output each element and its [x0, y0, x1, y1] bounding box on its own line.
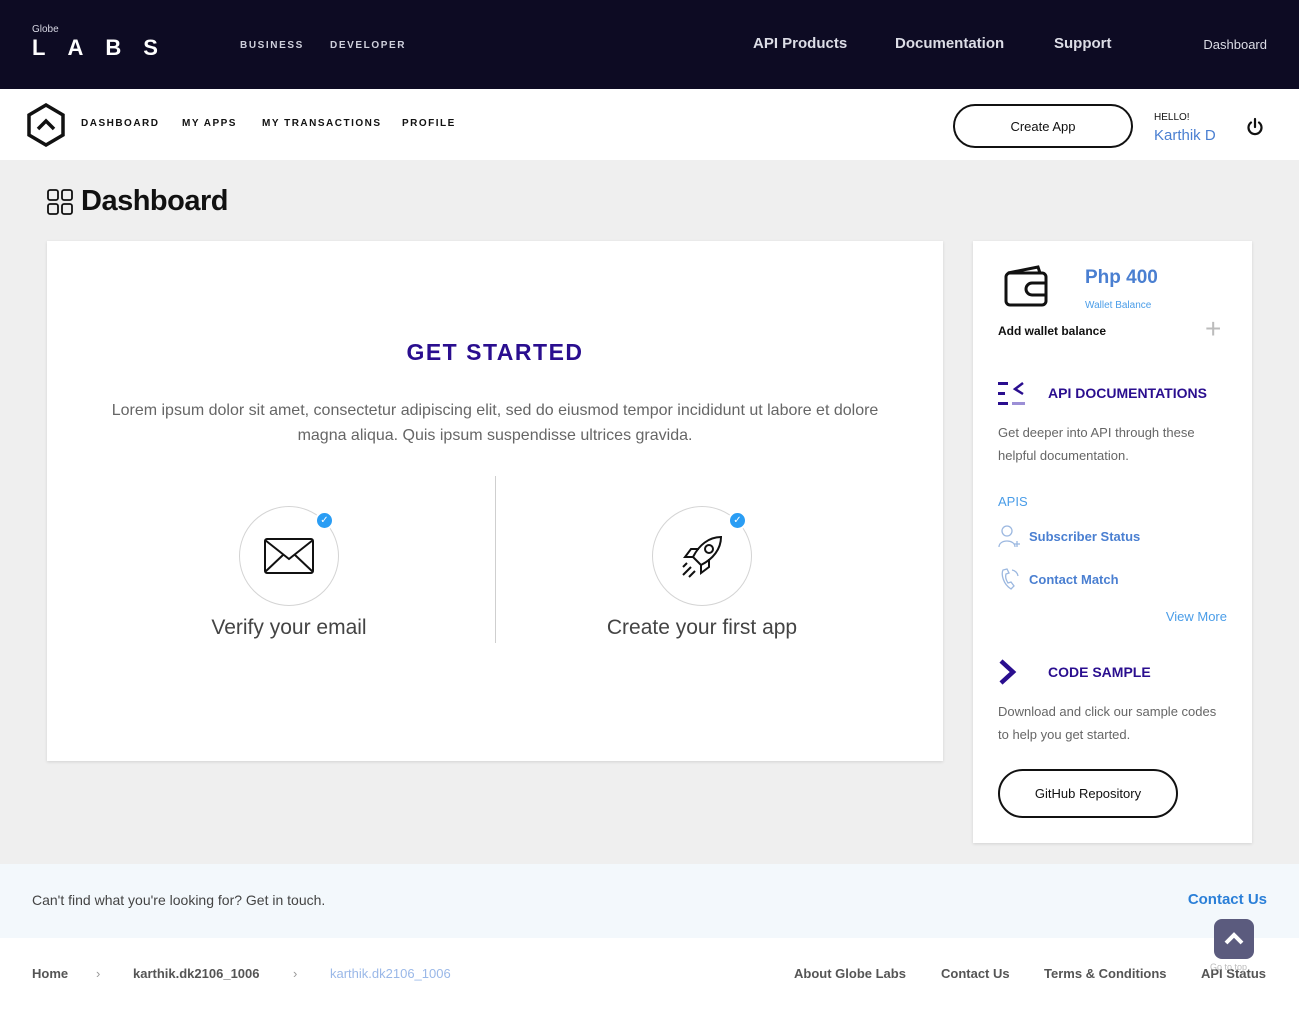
- api-docs-description: Get deeper into API through these helpfu…: [998, 425, 1195, 463]
- get-started-title: GET STARTED: [406, 339, 584, 365]
- subnav-my-apps[interactable]: MY APPS: [182, 118, 237, 129]
- wallet-balance-label: Wallet Balance: [1085, 300, 1152, 311]
- contact-strip: Can't find what you're looking for? Get …: [0, 864, 1299, 938]
- nav-api-products[interactable]: API Products: [753, 35, 847, 52]
- plus-icon[interactable]: +: [1205, 315, 1221, 343]
- add-wallet-label[interactable]: Add wallet balance: [998, 324, 1106, 338]
- breadcrumb-current: karthik.dk2106_1006: [330, 966, 451, 981]
- wallet-amount: Php 400: [1085, 267, 1158, 288]
- code-sample-title: CODE SAMPLE: [1048, 664, 1151, 680]
- subnav-my-transactions[interactable]: MY TRANSACTIONS: [262, 118, 382, 129]
- steps-divider: [495, 476, 496, 643]
- nav-business[interactable]: BUSINESS: [240, 40, 304, 51]
- nav-developer[interactable]: DEVELOPER: [330, 40, 406, 51]
- page-title: Dashboard: [47, 185, 228, 218]
- get-started-card: GET STARTED Lorem ipsum dolor sit amet, …: [47, 241, 943, 761]
- grid-icon: [47, 188, 73, 215]
- step-label: Verify your email: [211, 616, 367, 639]
- page-title-text: Dashboard: [81, 185, 228, 217]
- api-docs-title: API DOCUMENTATIONS: [1048, 385, 1207, 401]
- get-started-description: Lorem ipsum dolor sit amet, consectetur …: [111, 402, 879, 444]
- breadcrumb-item[interactable]: karthik.dk2106_1006: [133, 966, 259, 981]
- envelope-icon: [264, 538, 314, 574]
- apis-label: APIS: [998, 494, 1028, 509]
- logo-main-text: LABS: [32, 35, 180, 60]
- check-icon: ✓: [315, 511, 334, 530]
- phone-icon: [1001, 568, 1019, 590]
- nav-support[interactable]: Support: [1054, 35, 1112, 52]
- create-app-button[interactable]: Create App: [953, 104, 1133, 148]
- api-link-label: Subscriber Status: [1029, 528, 1141, 544]
- user-plus-icon: [998, 525, 1020, 548]
- secondary-nav: DASHBOARD MY APPS MY TRANSACTIONS PROFIL…: [0, 89, 1299, 160]
- step-create-app[interactable]: ✓ Create your first app: [552, 506, 852, 640]
- sidebar-card: Php 400 Wallet Balance Add wallet balanc…: [973, 241, 1252, 843]
- api-link-contact-match[interactable]: Contact Match: [997, 566, 1119, 592]
- api-link-subscriber-status[interactable]: Subscriber Status: [997, 523, 1140, 549]
- wallet-icon: [1004, 265, 1048, 307]
- view-more-link[interactable]: View More: [1166, 609, 1227, 624]
- hello-label: HELLO!: [1154, 112, 1190, 123]
- back-to-top-label: Go to top: [1210, 962, 1248, 972]
- top-header: Globe LABS BUSINESS DEVELOPER API Produc…: [0, 0, 1299, 89]
- contact-us-link[interactable]: Contact Us: [1188, 891, 1267, 908]
- power-icon[interactable]: [1245, 117, 1265, 137]
- nav-dashboard[interactable]: Dashboard: [1203, 37, 1267, 52]
- step-verify-email[interactable]: ✓ Verify your email: [139, 506, 439, 640]
- chevron-right-icon: [999, 659, 1017, 685]
- back-to-top-button[interactable]: [1214, 919, 1254, 959]
- api-docs-icon: [998, 382, 1025, 405]
- subnav-dashboard[interactable]: DASHBOARD: [81, 118, 160, 129]
- code-sample-description: Download and click our sample codes to h…: [998, 704, 1217, 742]
- api-link-label: Contact Match: [1029, 571, 1119, 587]
- check-icon: ✓: [728, 511, 747, 530]
- rocket-icon: [682, 535, 723, 578]
- chevron-up-icon: [1224, 932, 1244, 945]
- logo-small-text: Globe: [32, 24, 59, 35]
- globe-labs-logo[interactable]: Globe LABS: [32, 24, 180, 60]
- step-icon-circle: ✓: [239, 506, 339, 606]
- breadcrumb-chevron-icon: ›: [96, 966, 101, 981]
- github-repository-button[interactable]: GitHub Repository: [998, 769, 1178, 818]
- hexagon-logo-icon[interactable]: [26, 103, 66, 147]
- subnav-profile[interactable]: PROFILE: [402, 118, 456, 129]
- contact-text: Can't find what you're looking for? Get …: [32, 892, 326, 908]
- footer-contact-link[interactable]: Contact Us: [941, 966, 1010, 981]
- footer-about-link[interactable]: About Globe Labs: [794, 966, 906, 981]
- user-name[interactable]: Karthik D: [1154, 127, 1216, 144]
- nav-documentation[interactable]: Documentation: [895, 35, 1004, 52]
- breadcrumb-chevron-icon: ›: [293, 966, 298, 981]
- footer-terms-link[interactable]: Terms & Conditions: [1044, 966, 1167, 981]
- step-icon-circle: ✓: [652, 506, 752, 606]
- step-label: Create your first app: [606, 616, 798, 639]
- breadcrumb-home[interactable]: Home: [32, 966, 68, 981]
- footer: Home › karthik.dk2106_1006 › karthik.dk2…: [0, 938, 1299, 1010]
